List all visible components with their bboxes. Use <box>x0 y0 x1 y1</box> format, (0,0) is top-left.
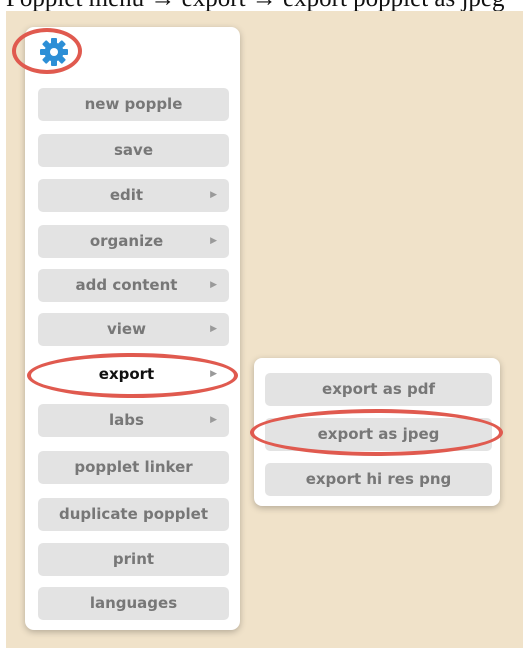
menu-item-add-content[interactable]: add content ▶ <box>38 269 229 302</box>
menu-item-view[interactable]: view ▶ <box>38 313 229 346</box>
submenu-arrow-icon: ▶ <box>210 324 217 334</box>
gear-icon <box>40 38 68 66</box>
menu-item-popplet-linker[interactable]: popplet linker <box>38 451 229 484</box>
menu-item-label: view <box>107 320 146 338</box>
submenu-arrow-icon: ▶ <box>210 415 217 425</box>
menu-item-duplicate-popplet[interactable]: duplicate popplet <box>38 498 229 531</box>
menu-item-export[interactable]: export ▶ <box>38 358 229 391</box>
menu-item-label: add content <box>75 276 178 294</box>
menu-item-new-popple[interactable]: new popple <box>38 88 229 121</box>
menu-item-print[interactable]: print <box>38 543 229 576</box>
menu-item-label: new popple <box>84 95 183 113</box>
menu-item-label: save <box>113 141 153 159</box>
menu-item-label: export <box>98 365 155 383</box>
menu-item-label: print <box>112 550 155 568</box>
menu-item-edit[interactable]: edit ▶ <box>38 179 229 212</box>
menu-item-label: labs <box>109 411 144 429</box>
menu-item-save[interactable]: save <box>38 134 229 167</box>
menu-item-label: languages <box>89 594 178 612</box>
submenu-arrow-icon: ▶ <box>210 236 217 246</box>
export-as-pdf-item[interactable]: export as pdf <box>265 373 492 406</box>
submenu-arrow-icon: ▶ <box>210 369 217 379</box>
menu-item-label: organize <box>89 232 164 250</box>
settings-button[interactable] <box>38 36 70 68</box>
submenu-arrow-icon: ▶ <box>210 190 217 200</box>
export-as-jpeg-item[interactable]: export as jpeg <box>265 418 492 451</box>
menu-item-label: duplicate popplet <box>58 505 209 523</box>
menu-item-label: popplet linker <box>74 458 193 476</box>
menu-item-labs[interactable]: labs ▶ <box>38 404 229 437</box>
caption-text: Popplet menu → export → export popplet a… <box>6 0 523 11</box>
menu-item-label: edit <box>109 186 144 204</box>
submenu-arrow-icon: ▶ <box>210 280 217 290</box>
export-hi-res-png-item[interactable]: export hi res png <box>265 463 492 496</box>
menu-item-languages[interactable]: languages <box>38 587 229 620</box>
menu-item-organize[interactable]: organize ▶ <box>38 225 229 258</box>
